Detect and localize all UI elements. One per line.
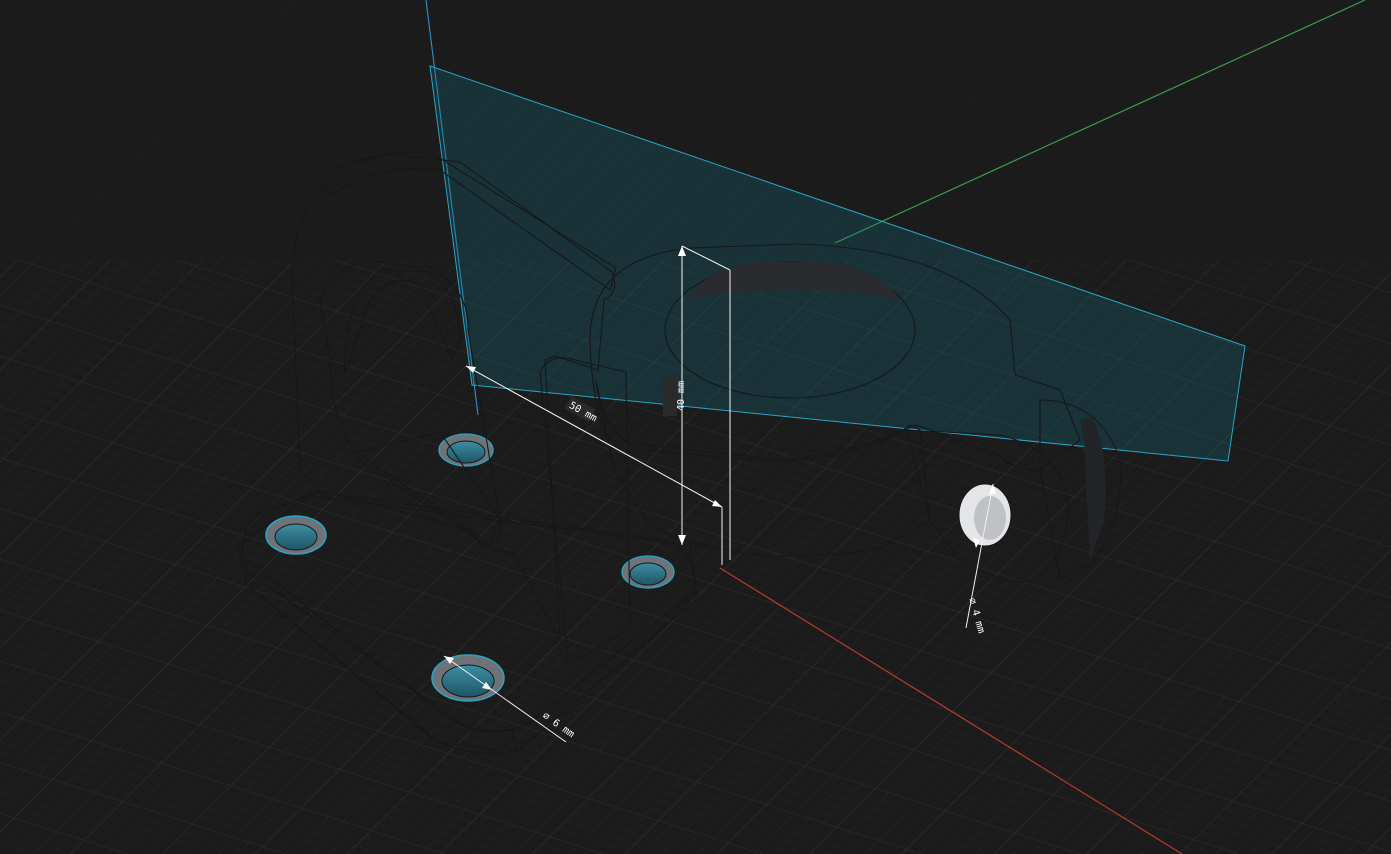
cad-viewport[interactable]: 50 mm 40 mm ⌀ 6 mm ⌀ 4 mm <box>0 0 1391 854</box>
hole-front-left[interactable] <box>265 515 327 555</box>
hole-front-right[interactable] <box>431 654 505 702</box>
dimension-height-label: 40 mm <box>676 381 687 411</box>
hole-back-left[interactable] <box>438 433 494 467</box>
